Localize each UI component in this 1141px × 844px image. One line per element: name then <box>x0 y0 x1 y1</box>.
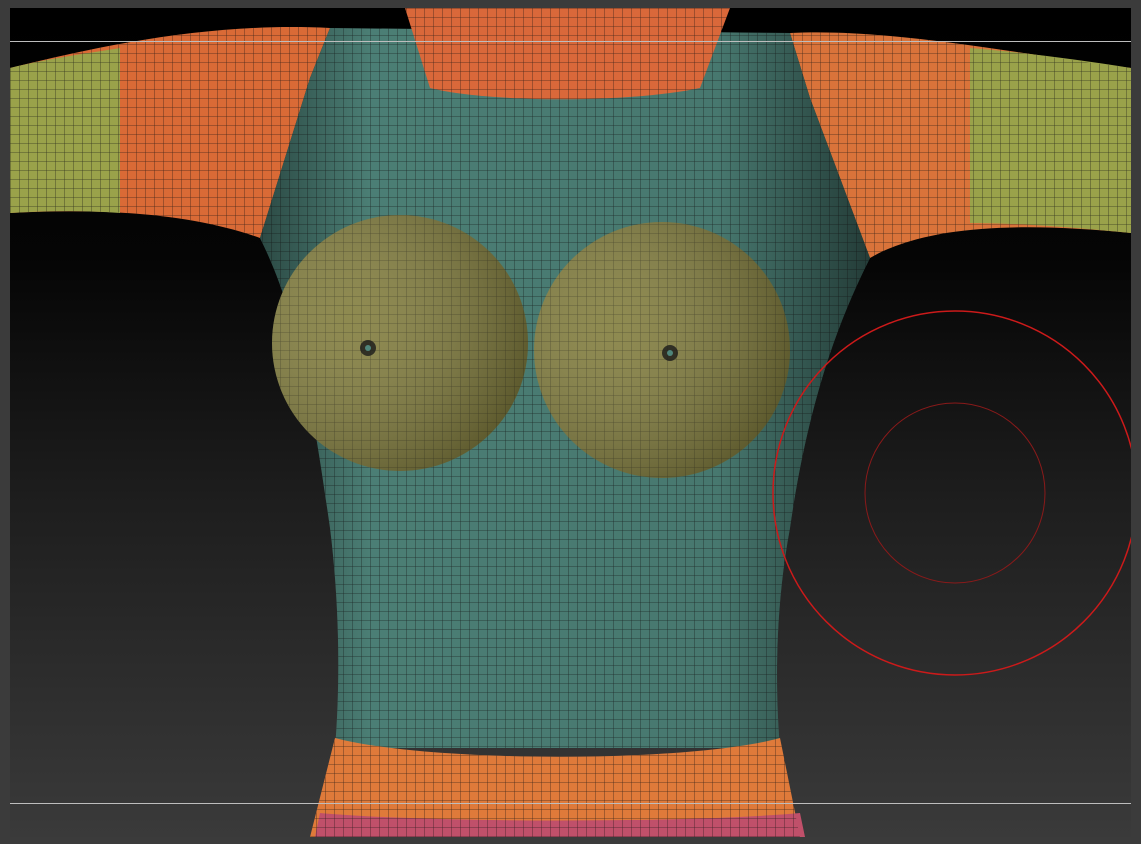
brush-outer-ring <box>772 310 1131 676</box>
brush-cursor <box>772 310 1131 676</box>
brush-inner-ring <box>864 402 1046 584</box>
viewport-frame <box>0 0 1141 844</box>
document-canvas[interactable] <box>10 8 1131 837</box>
frame-guide-bottom <box>10 803 1131 804</box>
frame-guide-top <box>10 41 1131 42</box>
